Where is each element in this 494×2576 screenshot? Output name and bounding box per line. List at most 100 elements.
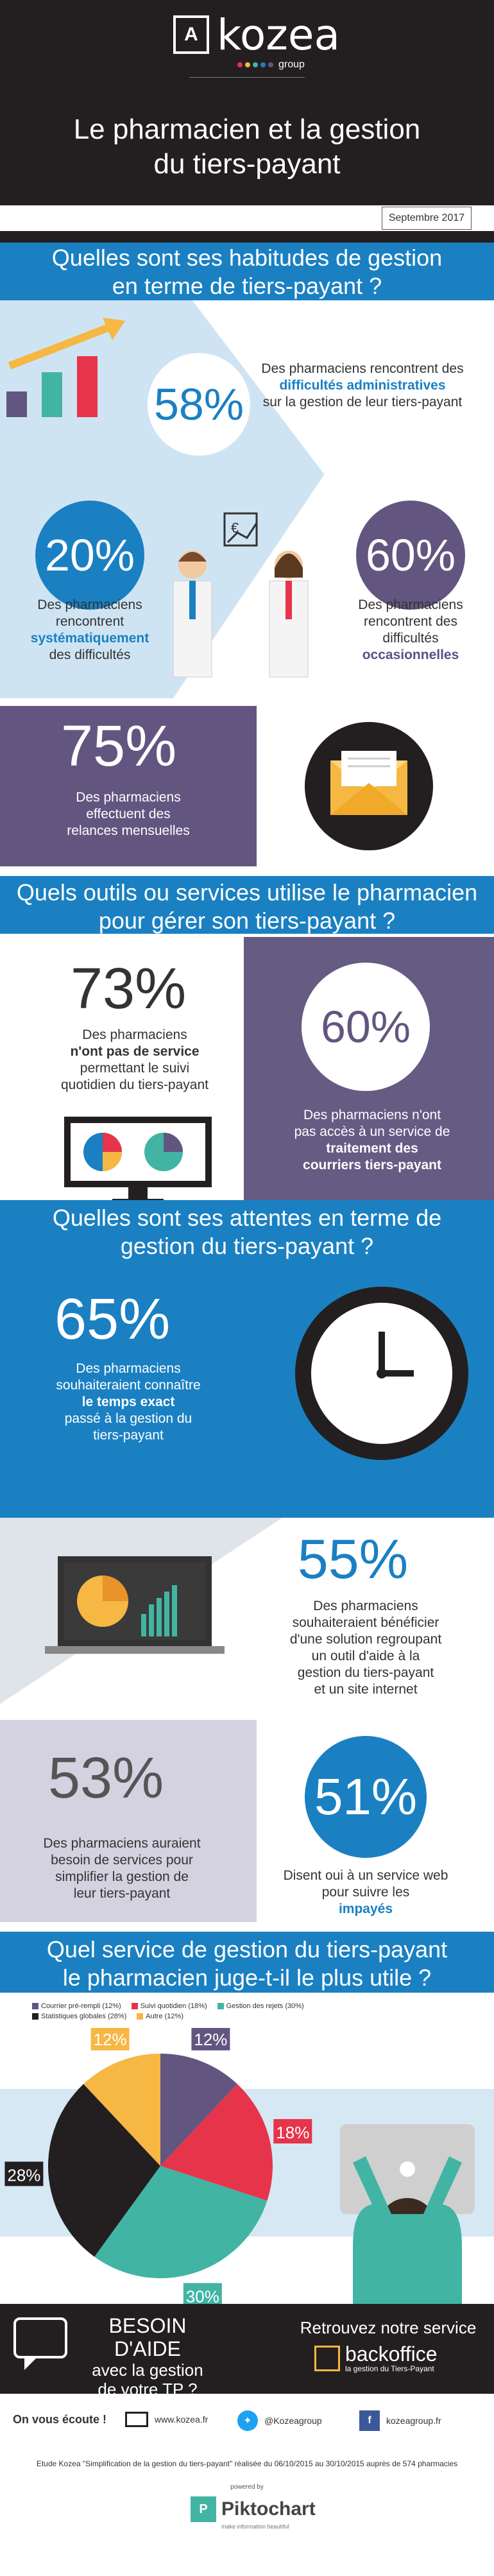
stat-60b-text: Des pharmaciens n'ont pas accès à un ser… xyxy=(276,1107,468,1174)
laptop-icon xyxy=(45,1556,225,1654)
logo-text: kozea xyxy=(217,10,340,60)
growth-chart-icon xyxy=(6,318,125,417)
stat-20-highlight: systématiquement xyxy=(30,631,149,646)
stat-53-text1: Des pharmaciens auraient xyxy=(43,1836,201,1851)
footer-banner: BESOIN D'AIDE avec la gestion de votre T… xyxy=(0,2304,494,2399)
piktochart-icon: P xyxy=(191,2496,216,2522)
stat-55-text6: et un site internet xyxy=(314,1682,418,1697)
stat-53-value: 53% xyxy=(48,1746,164,1810)
backoffice-label: backoffice xyxy=(345,2342,438,2366)
stat-20-circle: 20% xyxy=(35,501,144,610)
stat-75-text2: effectuent des xyxy=(86,807,171,821)
envelope-icon xyxy=(305,722,433,850)
stat-73-highlight: n'ont pas de service xyxy=(70,1044,200,1059)
powered-by: powered by xyxy=(230,2484,264,2491)
website-link[interactable]: www.kozea.fr xyxy=(125,2412,208,2427)
stat-60b-circle: 60% xyxy=(302,963,430,1091)
stat-60-highlight: occasionnelles xyxy=(362,648,459,662)
logo-divider xyxy=(189,77,305,78)
section2-title-line1: Quels outils ou services utilise le phar… xyxy=(16,879,478,906)
stat-53-text: Des pharmaciens auraient besoin de servi… xyxy=(19,1835,225,1902)
svg-text:18%: 18% xyxy=(276,2123,309,2142)
twitter-icon: ✦ xyxy=(237,2410,258,2431)
svg-text:12%: 12% xyxy=(194,2030,227,2049)
facebook-text: kozeagroup.fr xyxy=(386,2416,441,2426)
stat-73-text3: permettant le suivi xyxy=(80,1061,190,1076)
stat-55-text5: gestion du tiers-payant xyxy=(297,1665,434,1680)
twitter-link[interactable]: ✦ @Kozeagroup xyxy=(237,2410,322,2431)
legend-item: Suivi quotidien (18%) xyxy=(131,2002,207,2010)
stat-73-text1: Des pharmaciens xyxy=(82,1027,187,1042)
stat-65-highlight: le temps exact xyxy=(81,1395,175,1409)
legend-label: Suivi quotidien (18%) xyxy=(140,2002,207,2010)
stat-58-text1: Des pharmaciens rencontrent des xyxy=(261,361,464,376)
pharmacists-illustration: € xyxy=(173,512,309,678)
listen-text: On vous écoute ! xyxy=(13,2413,107,2426)
stat-55-text: Des pharmaciens souhaiteraient bénéficie… xyxy=(269,1598,462,1698)
section3-title-line1: Quelles sont ses attentes en terme de xyxy=(52,1205,442,1231)
kozea-logo: A kozea xyxy=(173,10,340,60)
backoffice-sub: la gestion du Tiers-Payant xyxy=(345,2364,434,2373)
stat-65-text: Des pharmaciens souhaiteraient connaître… xyxy=(32,1361,225,1444)
page-title-line1: Le pharmacien et la gestion xyxy=(73,114,421,145)
stat-20-text1: Des pharmaciens xyxy=(37,597,142,612)
stat-75-text: Des pharmaciens effectuent des relances … xyxy=(38,789,218,839)
legend-item: Statistiques globales (28%) xyxy=(32,2013,126,2020)
stat-51-highlight: impayés xyxy=(338,1902,393,1916)
facebook-icon: f xyxy=(359,2410,380,2431)
stat-53-text2: besoin de services pour xyxy=(51,1853,193,1868)
stat-58-text3: sur la gestion de leur tiers-payant xyxy=(262,395,463,409)
stat-75-value: 75% xyxy=(61,714,177,778)
stat-60b-text2: pas accès à un service de xyxy=(294,1124,450,1139)
piktochart-tagline: make information beautiful xyxy=(221,2523,289,2530)
page-title: Le pharmacien et la gestion du tiers-pay… xyxy=(26,112,468,182)
stat-20-text4: des difficultés xyxy=(49,648,131,662)
logo-group: group xyxy=(278,59,305,70)
section1-title: Quelles sont ses habitudes de gestion en… xyxy=(0,243,494,300)
help-line2: avec la gestion xyxy=(92,2360,203,2380)
study-note: Etude Kozea "Simplification de la gestio… xyxy=(36,2459,458,2468)
section2-title: Quels outils ou services utilise le phar… xyxy=(0,876,494,934)
stat-60b-text1: Des pharmaciens n'ont xyxy=(303,1108,441,1122)
stat-53-text3: simplifier la gestion de xyxy=(55,1869,189,1884)
piktochart-name: Piktochart xyxy=(221,2498,316,2520)
stat-55-text1: Des pharmaciens xyxy=(313,1599,418,1613)
backoffice-text: backoffice la gestion du Tiers-Payant xyxy=(345,2344,438,2373)
facebook-link[interactable]: f kozeagroup.fr xyxy=(359,2410,441,2431)
stat-65-text4: passé à la gestion du xyxy=(64,1411,192,1426)
section1-title-line2: en terme de tiers-payant ? xyxy=(112,273,382,299)
backoffice-logo[interactable]: backoffice la gestion du Tiers-Payant xyxy=(314,2344,438,2373)
legend-item: Courrier pré-rempli (12%) xyxy=(32,2002,121,2010)
stat-60-text3: difficultés xyxy=(382,631,439,646)
help-line1: BESOIN D'AIDE xyxy=(108,2314,187,2360)
clock-icon xyxy=(295,1287,468,1460)
stat-20-text: Des pharmaciens rencontrent systématique… xyxy=(13,597,167,664)
stat-65-value: 65% xyxy=(55,1287,171,1352)
legend-swatch xyxy=(32,2003,38,2009)
section2-title-line2: pour gérer son tiers-payant ? xyxy=(98,907,396,934)
piktochart-logo[interactable]: P Piktochart xyxy=(191,2496,316,2522)
logo-dots xyxy=(237,62,273,67)
legend-label: Courrier pré-rempli (12%) xyxy=(41,2002,121,2010)
legend-item: Gestion des rejets (30%) xyxy=(217,2002,304,2010)
monitor-small-icon xyxy=(125,2412,148,2427)
stat-60-text2: rencontrent des xyxy=(364,614,457,629)
stat-51-circle: 51% xyxy=(305,1736,427,1858)
stat-58-text: Des pharmaciens rencontrent des difficul… xyxy=(250,361,475,411)
stat-55-text4: un outil d'aide à la xyxy=(311,1649,420,1663)
logo-box: A xyxy=(173,15,209,54)
footer-links: On vous écoute ! www.kozea.fr ✦ @Kozeagr… xyxy=(0,2394,494,2458)
legend-swatch xyxy=(137,2013,144,2020)
monitor-icon xyxy=(64,1117,212,1204)
stat-51-text1: Disent oui à un service web xyxy=(283,1868,448,1883)
pie-slice-label: 12% xyxy=(191,2028,230,2050)
stat-60-text1: Des pharmaciens xyxy=(358,597,463,612)
stat-65-text2: souhaiteraient connaître xyxy=(56,1378,201,1393)
svg-text:28%: 28% xyxy=(7,2165,40,2185)
stat-73-text: Des pharmaciens n'ont pas de service per… xyxy=(38,1027,231,1094)
stat-55-value: 55% xyxy=(297,1528,409,1590)
stat-51-text2: pour suivre les xyxy=(321,1885,410,1900)
section3-title: Quelles sont ses attentes en terme de ge… xyxy=(0,1200,494,1261)
website-text: www.kozea.fr xyxy=(155,2414,209,2425)
page-title-line2: du tiers-payant xyxy=(153,148,341,180)
